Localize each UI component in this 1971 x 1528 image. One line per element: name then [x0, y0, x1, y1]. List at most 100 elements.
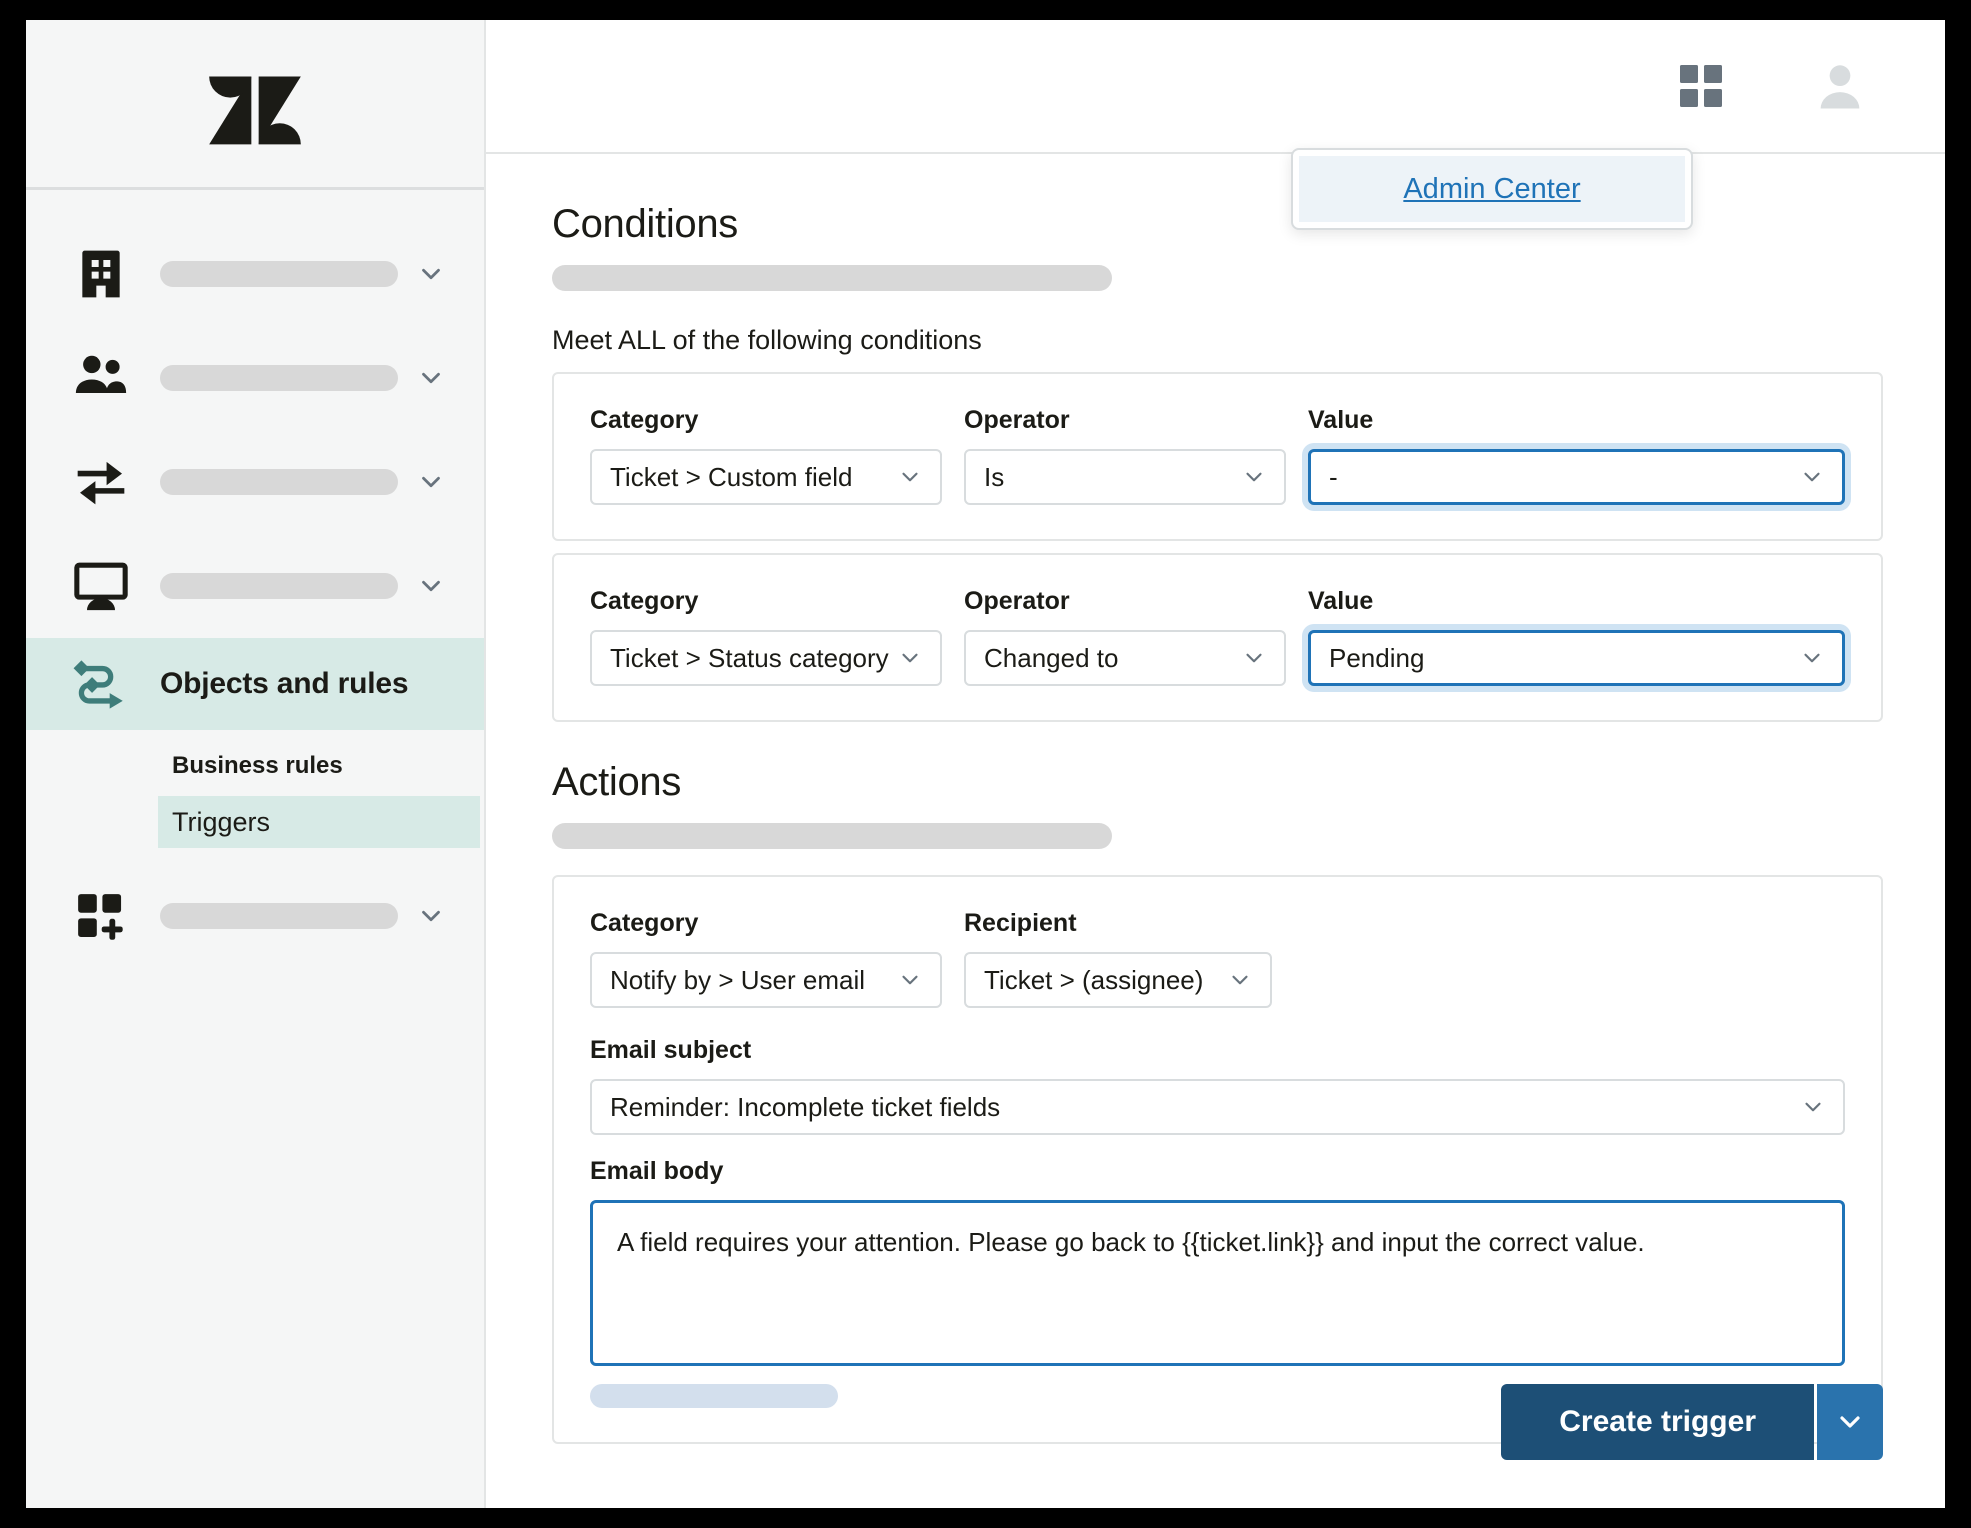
- condition-card: Category Ticket > Status category Operat…: [552, 553, 1883, 722]
- condition-operator-select[interactable]: Is: [964, 449, 1286, 505]
- condition-category-select[interactable]: Ticket > Status category: [590, 630, 942, 686]
- condition-operator-value: Changed to: [984, 642, 1119, 673]
- condition-value-field: Value Pending: [1308, 587, 1845, 686]
- create-trigger-button[interactable]: Create trigger: [1501, 1384, 1814, 1460]
- chevron-down-icon: [1799, 1093, 1827, 1121]
- email-subject-label: Email subject: [590, 1036, 752, 1064]
- email-body-field: Email body A field requires your attenti…: [590, 1157, 1845, 1408]
- email-subject-input[interactable]: Reminder: Incomplete ticket fields: [590, 1079, 1845, 1135]
- condition-category-label: Category: [590, 587, 699, 615]
- sidebar-item-label-placeholder: [160, 261, 398, 287]
- sidebar-item-apps[interactable]: [26, 864, 484, 968]
- sidebar-item-triggers[interactable]: Triggers: [158, 796, 480, 848]
- chevron-down-icon: [1798, 644, 1826, 672]
- chevron-down-icon: [896, 644, 924, 672]
- action-category-value: Notify by > User email: [610, 964, 866, 995]
- action-recipient-select[interactable]: Ticket > (assignee): [964, 952, 1272, 1008]
- condition-category-field: Category Ticket > Custom field: [590, 406, 942, 505]
- email-body-textarea[interactable]: A field requires your attention. Please …: [590, 1200, 1845, 1366]
- condition-value-field: Value -: [1308, 406, 1845, 505]
- actions-heading: Actions: [552, 760, 682, 804]
- action-category-label: Category: [590, 909, 699, 937]
- sidebar-item-workspaces[interactable]: [26, 534, 484, 638]
- email-body-label: Email body: [590, 1157, 724, 1185]
- sidebar-item-label-placeholder: [160, 365, 398, 391]
- action-recipient-label: Recipient: [964, 909, 1077, 937]
- objects-rules-icon: [70, 653, 132, 715]
- chevron-down-icon: [1798, 463, 1826, 491]
- admin-center-popover-row[interactable]: Admin Center: [1299, 156, 1685, 222]
- email-subject-field: Email subject Reminder: Incomplete ticke…: [590, 1036, 1845, 1135]
- create-trigger-dropdown-button[interactable]: [1817, 1384, 1883, 1460]
- action-recipient-field: Recipient Ticket > (assignee): [964, 909, 1272, 1008]
- sidebar-item-channels[interactable]: [26, 430, 484, 534]
- sidebar: Objects and rules Business rules Trigger…: [26, 20, 486, 1508]
- condition-category-label: Category: [590, 406, 699, 434]
- monitor-icon: [70, 555, 132, 617]
- sidebar-item-label: Objects and rules: [160, 667, 409, 700]
- email-body-helper-placeholder: [590, 1384, 838, 1408]
- condition-category-field: Category Ticket > Status category: [590, 587, 942, 686]
- form-footer: Create trigger: [1501, 1384, 1883, 1460]
- sidebar-item-people[interactable]: [26, 326, 484, 430]
- chevron-down-icon: [896, 966, 924, 994]
- sidebar-item-accounts[interactable]: [26, 222, 484, 326]
- zendesk-logo: [209, 76, 301, 144]
- action-category-select[interactable]: Notify by > User email: [590, 952, 942, 1008]
- condition-operator-field: Operator Changed to: [964, 587, 1286, 686]
- admin-center-popover: Admin Center: [1291, 148, 1693, 230]
- chevron-down-icon[interactable]: [414, 257, 448, 291]
- condition-category-value: Ticket > Custom field: [610, 461, 853, 492]
- main-area: Admin Center Conditions Meet ALL of the …: [486, 20, 1945, 1508]
- condition-category-value: Ticket > Status category: [610, 642, 889, 673]
- sidebar-item-objects-and-rules[interactable]: Objects and rules: [26, 638, 484, 730]
- condition-operator-value: Is: [984, 461, 1005, 492]
- condition-value-select[interactable]: Pending: [1308, 630, 1845, 686]
- sidebar-subnav: Business rules Triggers: [26, 730, 484, 848]
- content-scroll-area: Conditions Meet ALL of the following con…: [486, 154, 1945, 1508]
- condition-row: Category Ticket > Custom field Operator …: [590, 406, 1845, 505]
- chevron-down-icon: [1240, 463, 1268, 491]
- chevron-down-icon[interactable]: [414, 465, 448, 499]
- condition-operator-field: Operator Is: [964, 406, 1286, 505]
- condition-card: Category Ticket > Custom field Operator …: [552, 372, 1883, 541]
- chevron-down-icon: [1226, 966, 1254, 994]
- chevron-down-icon: [1240, 644, 1268, 672]
- building-icon: [70, 243, 132, 305]
- grid-icon[interactable]: [1677, 62, 1725, 110]
- apps-add-icon: [70, 885, 132, 947]
- top-bar: [486, 20, 1945, 154]
- action-category-field: Category Notify by > User email: [590, 909, 942, 1008]
- action-card: Category Notify by > User email Recipien…: [552, 875, 1883, 1444]
- condition-value-label: Value: [1308, 587, 1374, 615]
- condition-value-select[interactable]: -: [1308, 449, 1845, 505]
- condition-operator-label: Operator: [964, 406, 1070, 434]
- admin-center-link[interactable]: Admin Center: [1403, 173, 1580, 206]
- logo-area: [26, 20, 484, 190]
- sidebar-nav: Objects and rules Business rules Trigger…: [26, 190, 484, 968]
- condition-row: Category Ticket > Status category Operat…: [590, 587, 1845, 686]
- avatar[interactable]: [1813, 59, 1867, 113]
- condition-operator-label: Operator: [964, 587, 1070, 615]
- chevron-down-icon[interactable]: [414, 361, 448, 395]
- condition-value-value: Pending: [1329, 642, 1425, 673]
- email-subject-value: Reminder: Incomplete ticket fields: [610, 1091, 1001, 1122]
- chevron-down-icon: [896, 463, 924, 491]
- action-recipient-value: Ticket > (assignee): [984, 964, 1204, 995]
- conditions-description-placeholder: [552, 265, 1112, 291]
- arrows-exchange-icon: [70, 451, 132, 513]
- sidebar-subheading-business-rules: Business rules: [172, 752, 343, 779]
- conditions-note: Meet ALL of the following conditions: [552, 325, 982, 355]
- condition-operator-select[interactable]: Changed to: [964, 630, 1286, 686]
- actions-description-placeholder: [552, 823, 1112, 849]
- app-window: Objects and rules Business rules Trigger…: [26, 20, 1945, 1508]
- condition-value-label: Value: [1308, 406, 1374, 434]
- sidebar-item-label-placeholder: [160, 573, 398, 599]
- chevron-down-icon[interactable]: [414, 569, 448, 603]
- condition-value-value: -: [1329, 461, 1338, 492]
- condition-category-select[interactable]: Ticket > Custom field: [590, 449, 942, 505]
- chevron-down-icon[interactable]: [414, 899, 448, 933]
- people-icon: [70, 347, 132, 409]
- sidebar-item-label-placeholder: [160, 903, 398, 929]
- action-row: Category Notify by > User email Recipien…: [590, 909, 1845, 1008]
